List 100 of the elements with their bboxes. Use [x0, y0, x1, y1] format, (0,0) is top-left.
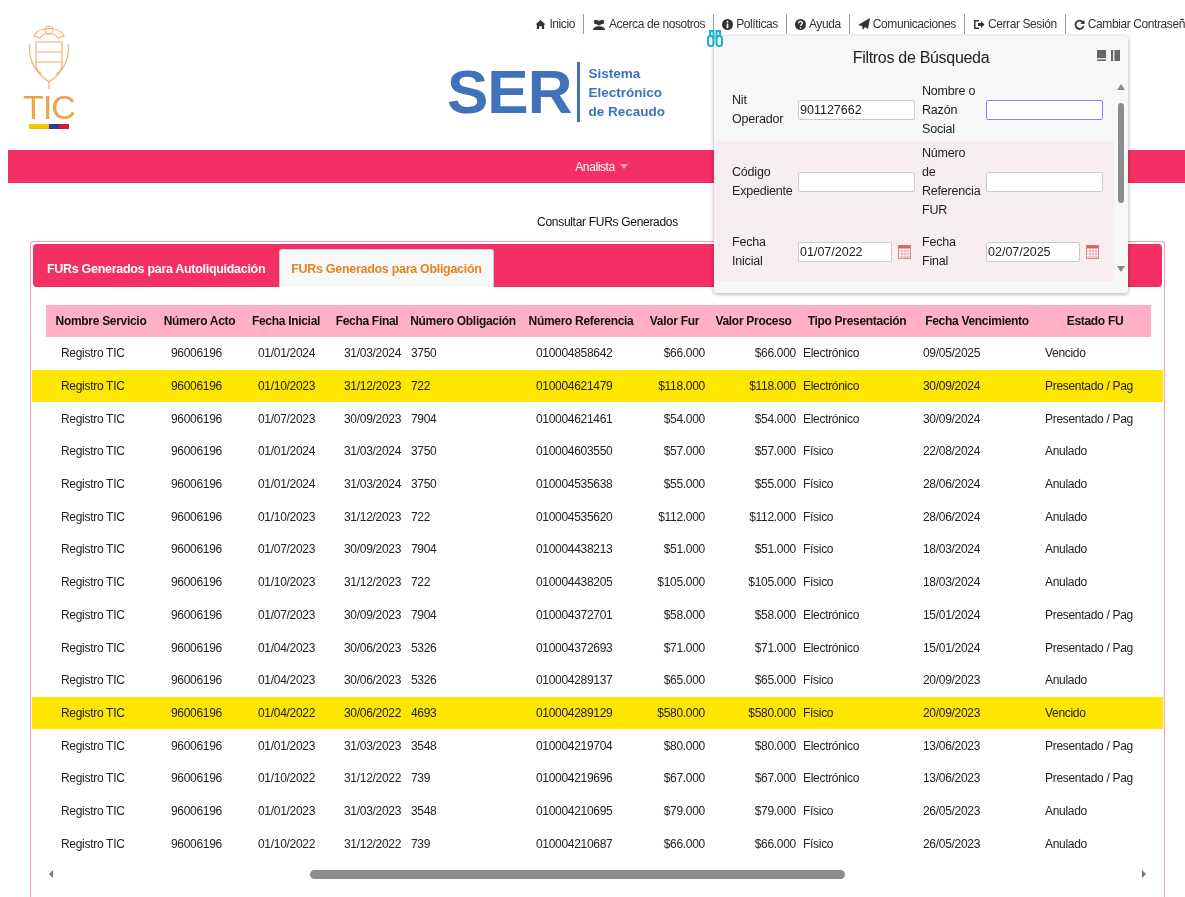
table-cell-text: 010004535638 — [535, 477, 614, 492]
table-cell-text: 31/12/2023 — [343, 509, 403, 524]
column-header[interactable]: Fecha Vencimiento — [915, 314, 1039, 328]
calendar-icon[interactable] — [1086, 245, 1099, 259]
table-cell-text: Anulado — [1044, 509, 1088, 524]
table-cell-text: $118.000 — [748, 379, 797, 394]
table-row[interactable]: Registro TIC 96006196 01/10/2023 31/12/2023 722 010004438205 $105.000 $105.000 Físico 18/03/2024 Anulado — [46, 565, 1151, 599]
table-row[interactable]: Registro TIC 96006196 01/10/2022 31/12/2022 739 010004219696 $67.000 $67.000 Electrónico 13/06/2023 Presentado / Pag — [46, 761, 1151, 795]
table-cell-text: 31/12/2022 — [343, 836, 403, 851]
table-cell-text: 3548 — [410, 803, 438, 818]
nav-link[interactable]: Ayuda — [787, 14, 850, 34]
table-cell-text: 30/09/2023 — [343, 607, 403, 622]
nav-link[interactable]: Inicio — [527, 14, 584, 34]
binoculars-icon[interactable] — [707, 29, 723, 47]
nav-link[interactable]: Políticas — [714, 14, 787, 34]
input-field[interactable] — [986, 100, 1103, 120]
column-header[interactable]: Número Acto — [156, 314, 243, 328]
table-cell-text: $67.000 — [662, 771, 706, 786]
table-cell-text: $54.000 — [662, 411, 706, 426]
dock-icon[interactable] — [1111, 50, 1120, 61]
refresh-icon — [1073, 18, 1085, 30]
column-header[interactable]: Tipo Presentación — [799, 314, 915, 328]
column-header[interactable]: Fecha Final — [329, 314, 405, 328]
input-field[interactable] — [798, 172, 915, 192]
table-cell-text: Registro TIC — [60, 411, 126, 426]
table-cell-text: 96006196 — [170, 640, 223, 655]
column-header[interactable]: Fecha Inicial — [243, 314, 329, 328]
nav-link[interactable]: Acerca de nosotros — [584, 14, 715, 34]
table-cell-text: 26/05/2023 — [922, 836, 982, 851]
nav-link[interactable]: Comunicaciones — [849, 14, 965, 34]
column-header[interactable]: Nombre Servicio — [46, 314, 156, 328]
calendar-icon[interactable] — [898, 245, 911, 259]
table-cell-text: 3750 — [410, 477, 438, 492]
table-cell-text: 010004621461 — [535, 411, 614, 426]
table-cell-text: Físico — [802, 444, 835, 459]
table-cell-text: 96006196 — [170, 509, 223, 524]
table-cell-text: 30/06/2023 — [343, 673, 403, 688]
column-header[interactable]: Valor Fur — [641, 314, 708, 328]
table-cell-text: Anulado — [1044, 803, 1088, 818]
table-cell-text: 96006196 — [170, 738, 223, 753]
table-cell-text: 30/09/2024 — [922, 411, 982, 426]
table-cell-text: 31/12/2022 — [343, 771, 403, 786]
table-cell-text: 13/06/2023 — [922, 738, 982, 753]
flag-stripe — [29, 124, 69, 129]
table-row[interactable]: Registro TIC 96006196 01/10/2023 31/12/2023 722 010004621479 $118.000 $118.000 Electrónico 30/09/2024 Presentado / Pag — [32, 369, 1163, 403]
table-row[interactable]: Registro TIC 96006196 01/01/2024 31/03/2024 3750 010004535638 $55.000 $55.000 Físico 28/06/2024 Anulado — [46, 467, 1151, 501]
table-row[interactable]: Registro TIC 96006196 01/10/2023 31/12/2023 722 010004535620 $112.000 $112.000 Físico 28/06/2024 Anulado — [46, 500, 1151, 534]
table-row[interactable]: Registro TIC 96006196 01/04/2023 30/06/2023 5326 010004372693 $71.000 $71.000 Electrónico 15/01/2024 Presentado / Pag — [46, 631, 1151, 664]
nav-link[interactable]: Cerrar Sesión — [964, 14, 1066, 34]
table-cell-text: Presentado / Pag — [1044, 738, 1134, 753]
table-cell-text: 722 — [410, 379, 432, 394]
table-row[interactable]: Registro TIC 96006196 01/07/2023 30/09/2023 7904 010004621461 $54.000 $54.000 Electrónico 30/09/2024 Presentado / Pag — [46, 402, 1151, 436]
table-row[interactable]: Registro TIC 96006196 01/07/2023 30/09/2023 7904 010004438213 $51.000 $51.000 Físico 18/03/2024 Anulado — [46, 533, 1151, 566]
minimize-icon[interactable] — [1097, 50, 1106, 61]
table-cell-text: $71.000 — [753, 640, 797, 655]
table-row[interactable]: Registro TIC 96006196 01/07/2023 30/09/2023 7904 010004372701 $58.000 $58.000 Electrónico 15/01/2024 Presentado / Pag — [46, 598, 1151, 632]
question-icon — [795, 18, 806, 30]
table-cell-text: 3750 — [410, 346, 438, 361]
table-cell-text: 96006196 — [170, 411, 223, 426]
date-field[interactable]: 02/07/2025 — [986, 242, 1080, 262]
table-cell-text: 31/03/2024 — [343, 444, 403, 459]
table-cell-text: 3548 — [410, 738, 438, 753]
table-cell-text: 5326 — [410, 640, 438, 655]
table-cell-text: $66.000 — [662, 346, 706, 361]
table-row[interactable]: Registro TIC 96006196 01/04/2023 30/06/2023 5326 010004289137 $65.000 $65.000 Físico 20/09/2023 Anulado — [46, 663, 1151, 697]
table-cell-text: Anulado — [1044, 673, 1088, 688]
field-label: Nit Operador — [732, 92, 785, 128]
table-cell-text: 96006196 — [170, 607, 223, 622]
column-header[interactable]: Estado FU — [1039, 314, 1151, 328]
table-cell-text: $580.000 — [747, 705, 797, 720]
table-cell-text: $112.000 — [748, 509, 797, 524]
table-row[interactable]: Registro TIC 96006196 01/01/2024 31/03/2024 3750 010004603550 $57.000 $57.000 Físico 22/08/2024 Anulado — [46, 435, 1151, 468]
table-cell-text: 96006196 — [170, 444, 223, 459]
table-cell-text: 96006196 — [170, 542, 223, 557]
column-header[interactable]: Número Obligación — [405, 314, 521, 328]
date-field[interactable]: 01/07/2022 — [798, 242, 892, 262]
menu-dropdown[interactable]: Analista — [575, 159, 628, 174]
table-cell-text: Físico — [802, 477, 835, 492]
table-cell-text: Anulado — [1044, 444, 1088, 459]
table-cell-text: Registro TIC — [60, 379, 126, 394]
table-row[interactable]: Registro TIC 96006196 01/01/2024 31/03/2024 3750 010004858642 $66.000 $66.000 Electrónico 09/05/2025 Vencido — [46, 337, 1151, 370]
table-cell-text: $58.000 — [662, 607, 706, 622]
table-cell-text: 010004372701 — [535, 607, 614, 622]
table-cell-text: Presentado / Pag — [1044, 379, 1134, 394]
table-cell-text: 01/07/2023 — [257, 542, 317, 557]
table-row[interactable]: Registro TIC 96006196 01/10/2022 31/12/2022 739 010004210687 $66.000 $66.000 Físico 26/05/2023 Anulado — [46, 827, 1151, 860]
column-header[interactable]: Número Referencia — [521, 314, 641, 328]
table-row[interactable]: Registro TIC 96006196 01/01/2023 31/03/2023 3548 010004210695 $79.000 $79.000 Físico 26/05/2023 Anulado — [46, 794, 1151, 828]
input-field[interactable] — [986, 172, 1103, 192]
table-row[interactable]: Registro TIC 96006196 01/04/2022 30/06/2022 4693 010004289129 $580.000 $580.000 Físico 20/09/2023 Vencido — [32, 696, 1163, 730]
table-cell-text: Electrónico — [802, 607, 861, 622]
column-header[interactable]: Valor Proceso — [708, 314, 799, 328]
table-cell-text: 96006196 — [170, 803, 223, 818]
table-cell-text: 3750 — [410, 444, 438, 459]
table-cell-text: 01/07/2023 — [257, 607, 317, 622]
table-cell-text: Vencido — [1044, 346, 1087, 361]
nav-link[interactable]: Cambiar Contraseñ — [1065, 14, 1185, 34]
input-field[interactable]: 901127662 — [798, 100, 915, 120]
table-row[interactable]: Registro TIC 96006196 01/01/2023 31/03/2023 3548 010004219704 $80.000 $80.000 Electrónico 13/06/2023 Presentado / Pag — [46, 729, 1151, 762]
caret-icon — [619, 164, 628, 169]
